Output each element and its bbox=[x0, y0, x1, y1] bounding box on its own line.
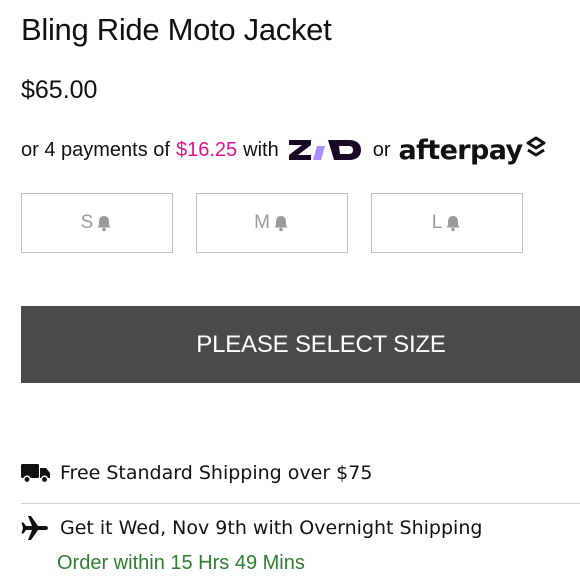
bell-icon bbox=[272, 214, 290, 232]
size-label: S bbox=[80, 212, 94, 233]
zip-logo[interactable] bbox=[287, 136, 363, 164]
select-size-button[interactable]: PLEASE SELECT SIZE bbox=[21, 306, 580, 383]
bell-icon bbox=[95, 214, 113, 232]
installment-with: with bbox=[243, 138, 279, 161]
afterpay-logo[interactable]: afterpay bbox=[399, 135, 524, 166]
overnight-shipping-text: Get it Wed, Nov 9th with Overnight Shipp… bbox=[60, 517, 483, 539]
free-shipping-row: Free Standard Shipping over $75 bbox=[21, 462, 372, 484]
size-label: M bbox=[254, 212, 270, 233]
afterpay-arrows-icon bbox=[525, 135, 547, 165]
size-selector: S M L bbox=[21, 193, 580, 253]
product-title: Bling Ride Moto Jacket bbox=[21, 12, 332, 47]
divider bbox=[21, 503, 580, 504]
size-label: L bbox=[431, 212, 443, 233]
installment-prefix: or 4 payments of bbox=[21, 138, 170, 161]
size-option-m[interactable]: M bbox=[196, 193, 348, 253]
free-shipping-text: Free Standard Shipping over $75 bbox=[60, 462, 373, 484]
airplane-icon bbox=[21, 516, 53, 540]
size-option-l[interactable]: L bbox=[371, 193, 523, 253]
product-price: $65.00 bbox=[21, 76, 98, 104]
installment-or: or bbox=[372, 138, 391, 161]
installment-info: or 4 payments of $16.25 with or afterpay bbox=[21, 130, 547, 170]
size-option-s[interactable]: S bbox=[21, 193, 173, 253]
installment-amount: $16.25 bbox=[175, 138, 238, 161]
bell-icon bbox=[444, 214, 462, 232]
order-deadline-countdown: Order within 15 Hrs 49 Mins bbox=[57, 552, 305, 574]
overnight-shipping-row: Get it Wed, Nov 9th with Overnight Shipp… bbox=[21, 516, 482, 540]
truck-icon bbox=[21, 462, 53, 484]
